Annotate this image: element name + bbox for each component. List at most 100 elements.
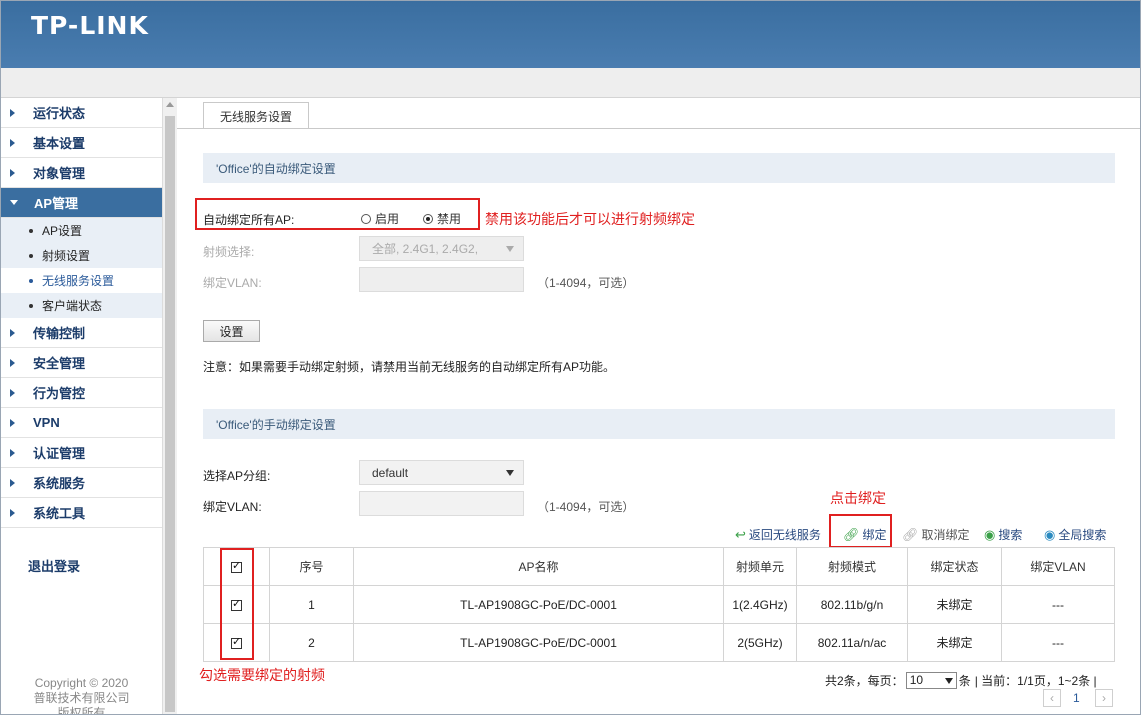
sidebar-item-system-services[interactable]: 系统服务 — [1, 468, 162, 498]
sidebar-scrollbar[interactable] — [162, 98, 177, 714]
logout-link[interactable]: 退出登录 — [28, 556, 80, 575]
sidebar-item-label: 系统服务 — [33, 476, 86, 491]
scroll-up-icon[interactable] — [166, 102, 174, 107]
sidebar-item-vpn[interactable]: VPN — [1, 408, 162, 438]
chevron-right-icon — [10, 388, 15, 397]
sidebar-item-label: 行为管控 — [33, 386, 86, 401]
annotation-check-radios: 勾选需要绑定的射频 — [199, 667, 325, 683]
table-row: 2 TL-AP1908GC-PoE/DC-0001 2(5GHz) 802.11… — [203, 623, 1115, 662]
tab-wireless-service-settings[interactable]: 无线服务设置 — [203, 102, 310, 129]
annotation-disable-note: 禁用该功能后才可以进行射频绑定 — [485, 211, 695, 227]
back-to-service-button[interactable]: ↩ 返回无线服务 — [735, 526, 821, 543]
sidebar-item-label: VPN — [33, 415, 60, 430]
chevron-right-icon — [10, 138, 15, 147]
search-icon: ◉ — [984, 526, 996, 542]
global-search-icon: ◉ — [1044, 526, 1056, 542]
sidebar-item-authentication[interactable]: 认证管理 — [1, 438, 162, 468]
scroll-thumb[interactable] — [165, 116, 175, 712]
column-header: 绑定VLAN — [1001, 547, 1115, 586]
pagination: 共2条，每页： 10 条 | 当前：1/1页，1~2条 | — [825, 672, 1097, 689]
column-header: AP名称 — [353, 547, 724, 586]
sidebar-item-transport-control[interactable]: 传输控制 — [1, 318, 162, 348]
sidebar-subitem-client-status[interactable]: 客户端状态 — [1, 293, 162, 318]
next-page-button[interactable]: › — [1095, 689, 1113, 707]
unbind-button[interactable]: 🔗︎ 取消绑定 — [902, 526, 970, 543]
sidebar-item-security[interactable]: 安全管理 — [1, 348, 162, 378]
copyright-line: Copyright © 2020 — [34, 676, 129, 690]
pager-unit: 条 — [958, 674, 971, 688]
manual-bind-section-header: 'Office'的手动绑定设置 — [203, 409, 1115, 439]
table-cell: --- — [1001, 623, 1115, 662]
table-cell: 未绑定 — [907, 623, 1002, 662]
chevron-right-icon — [10, 108, 15, 117]
column-header: 序号 — [269, 547, 354, 586]
ap-group-select[interactable]: default — [359, 460, 524, 485]
copyright-line: 普联技术有限公司 — [33, 691, 130, 705]
bullet-icon — [29, 253, 33, 258]
sidebar-subitem-label: 客户端状态 — [42, 299, 103, 313]
page-number[interactable]: 1 — [1073, 691, 1080, 705]
bind-table: 序号 AP名称 射频单元 射频模式 绑定状态 绑定VLAN 1 TL-AP190… — [203, 547, 1115, 662]
chevron-right-icon — [10, 168, 15, 177]
sidebar: 运行状态 基本设置 对象管理 AP管理 AP设置 射频设置 无线服务设置 客户端… — [1, 98, 162, 714]
sidebar-item-basic-settings[interactable]: 基本设置 — [1, 128, 162, 158]
sidebar-item-ap-management[interactable]: AP管理 — [1, 188, 162, 218]
sidebar-item-system-tools[interactable]: 系统工具 — [1, 498, 162, 528]
table-cell: TL-AP1908GC-PoE/DC-0001 — [353, 623, 724, 662]
bullet-icon — [29, 303, 33, 308]
chevron-right-icon — [10, 418, 15, 427]
manual-vlan-input[interactable] — [359, 491, 524, 516]
table-cell: 802.11b/g/n — [796, 585, 908, 624]
sidebar-subitem-ap-settings[interactable]: AP设置 — [1, 218, 162, 243]
annotation-click-bind: 点击绑定 — [830, 490, 886, 506]
sidebar-item-running-status[interactable]: 运行状态 — [1, 98, 162, 128]
unlink-icon: 🔗︎ — [902, 526, 919, 542]
manual-vlan-label: 绑定VLAN: — [203, 500, 262, 514]
tab-divider — [177, 128, 1140, 129]
auto-bind-section-header: 'Office'的自动绑定设置 — [203, 153, 1115, 183]
table-cell: 1(2.4GHz) — [723, 585, 797, 624]
chevron-right-icon — [10, 508, 15, 517]
highlight-bind-button — [829, 514, 892, 548]
page-size-select[interactable]: 10 — [905, 672, 957, 689]
radio-select-value: 全部, 2.4G1, 2.4G2, — [372, 242, 479, 256]
table-cell: TL-AP1908GC-PoE/DC-0001 — [353, 585, 724, 624]
manual-vlan-hint: （1-4094，可选） — [537, 500, 635, 514]
search-button[interactable]: ◉ 搜索 — [984, 526, 1022, 543]
radio-select-dropdown[interactable]: 全部, 2.4G1, 2.4G2, — [359, 236, 524, 261]
search-label: 搜索 — [998, 528, 1023, 542]
auto-vlan-label: 绑定VLAN: — [203, 276, 262, 290]
prev-page-button[interactable]: ‹ — [1043, 689, 1061, 707]
table-cell: 未绑定 — [907, 585, 1002, 624]
sidebar-subitem-radio-settings[interactable]: 射频设置 — [1, 243, 162, 268]
sidebar-subitem-label: 射频设置 — [42, 249, 91, 263]
sidebar-subitem-wireless-service[interactable]: 无线服务设置 — [1, 268, 162, 293]
sidebar-item-label: 基本设置 — [33, 136, 86, 151]
bullet-icon — [29, 278, 33, 283]
sidebar-item-label: 运行状态 — [33, 106, 86, 121]
sidebar-item-label: 安全管理 — [33, 356, 86, 371]
chevron-right-icon — [10, 478, 15, 487]
highlight-auto-bind — [195, 198, 480, 230]
chevron-down-icon — [506, 470, 514, 476]
auto-vlan-input[interactable] — [359, 267, 524, 292]
app-window: TP-LINK 运行状态 基本设置 对象管理 AP管理 AP设置 射频设置 无线… — [0, 0, 1141, 715]
copyright: Copyright © 2020 普联技术有限公司 版权所有 — [1, 676, 162, 714]
table-cell: 2 — [269, 623, 354, 662]
sidebar-item-object-management[interactable]: 对象管理 — [1, 158, 162, 188]
sidebar-item-label: 对象管理 — [33, 166, 86, 181]
chevron-right-icon — [10, 448, 15, 457]
global-search-button[interactable]: ◉ 全局搜索 — [1044, 526, 1106, 543]
sidebar-item-label: 系统工具 — [33, 506, 86, 521]
header-subbar — [1, 68, 1140, 98]
save-button[interactable]: 设置 — [203, 320, 260, 342]
highlight-checkboxes — [220, 548, 254, 660]
ap-group-label: 选择AP分组: — [203, 469, 271, 483]
main-content: 无线服务设置 'Office'的自动绑定设置 自动绑定所有AP: 启用 禁用 禁… — [177, 98, 1140, 714]
chevron-right-icon — [10, 358, 15, 367]
sidebar-item-behavior-control[interactable]: 行为管控 — [1, 378, 162, 408]
table-header-row: 序号 AP名称 射频单元 射频模式 绑定状态 绑定VLAN — [203, 547, 1115, 586]
pager-current: | 当前：1/1页，1~2条 | — [974, 674, 1097, 688]
sidebar-item-label: AP管理 — [34, 196, 79, 211]
table-cell: --- — [1001, 585, 1115, 624]
